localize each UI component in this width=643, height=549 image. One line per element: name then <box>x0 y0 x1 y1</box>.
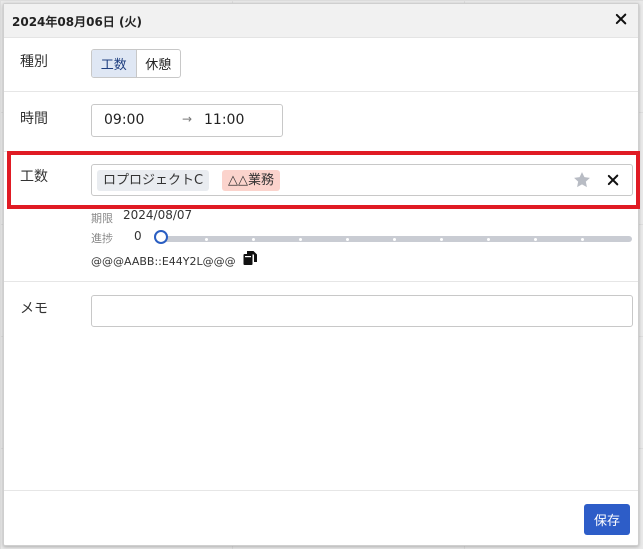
type-option-kyukei[interactable]: 休憩 <box>137 50 181 77</box>
time-start-input[interactable]: 09:00 <box>104 112 144 128</box>
type-toggle-group: 工数 休憩 <box>91 49 181 78</box>
due-label: 期限 <box>91 212 113 225</box>
copy-icon[interactable] <box>242 250 258 266</box>
slider-tick <box>299 237 302 241</box>
save-button[interactable]: 保存 <box>584 504 630 535</box>
progress-slider[interactable] <box>160 236 632 242</box>
divider <box>4 151 638 152</box>
project-code: @@@AABB::E44Y2L@@@ <box>91 255 236 268</box>
task-tag: △△業務 <box>222 170 280 191</box>
progress-value: 0 <box>134 229 142 243</box>
memo-input[interactable] <box>91 295 633 327</box>
slider-tick <box>534 237 537 241</box>
time-end-input[interactable]: 11:00 <box>204 112 244 128</box>
clear-icon[interactable] <box>604 171 622 189</box>
time-range-field[interactable]: 09:00 → 11:00 <box>91 104 283 137</box>
dialog-header: 2024年08月06日 (火) <box>4 4 638 38</box>
divider <box>4 281 638 282</box>
due-value: 2024/08/07 <box>123 208 193 222</box>
slider-tick <box>487 237 490 241</box>
slider-tick <box>346 237 349 241</box>
time-label: 時間 <box>20 111 48 127</box>
close-icon[interactable] <box>612 10 630 28</box>
memo-label: メモ <box>20 301 48 317</box>
type-option-kousu[interactable]: 工数 <box>92 50 137 77</box>
star-icon[interactable] <box>572 170 592 190</box>
arrow-right-icon: → <box>182 112 193 126</box>
progress-label: 進捗 <box>91 232 113 245</box>
project-tag: ロプロジェクトC <box>97 170 210 191</box>
slider-tick <box>393 237 396 241</box>
slider-tick <box>440 237 443 241</box>
work-entry-dialog: 2024年08月06日 (火) 種別 工数 休憩 時間 09:00 → 11:0… <box>3 3 640 546</box>
slider-tick <box>581 237 584 241</box>
progress-slider-thumb[interactable] <box>154 230 168 244</box>
divider <box>4 91 638 92</box>
footer-divider <box>4 490 638 491</box>
kousu-select-field[interactable]: ロプロジェクトC △△業務 <box>91 164 633 196</box>
kousu-label: 工数 <box>20 169 48 185</box>
type-label: 種別 <box>20 54 48 70</box>
slider-tick <box>205 237 208 241</box>
slider-tick <box>252 237 255 241</box>
dialog-title: 2024年08月06日 (火) <box>12 15 142 29</box>
